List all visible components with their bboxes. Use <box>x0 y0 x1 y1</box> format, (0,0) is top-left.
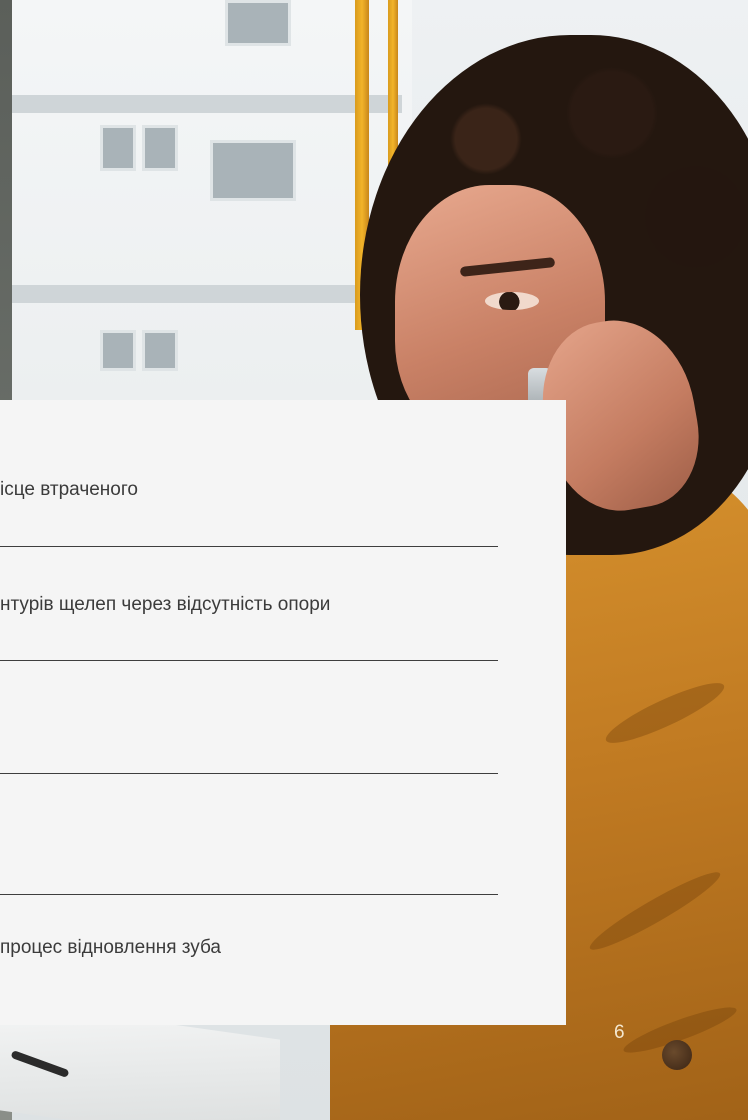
building-window <box>142 330 178 371</box>
list-item-text: нтурів щелеп через відсутність опори <box>0 594 331 615</box>
building-window <box>142 125 178 171</box>
list-divider <box>0 660 498 661</box>
list-divider <box>0 773 498 774</box>
page-number: 6 <box>614 1022 625 1043</box>
list-item: ісце втраченого <box>0 478 498 502</box>
content-card: ісце втраченого нтурів щелеп через відсу… <box>0 400 566 1025</box>
building-window <box>210 140 296 201</box>
list-divider <box>0 546 498 547</box>
yellow-pole <box>388 0 398 170</box>
eye <box>485 292 539 310</box>
building-window <box>225 0 291 46</box>
building-window <box>100 125 136 171</box>
list-item-text: ісце втраченого <box>0 479 138 500</box>
sweater-button <box>662 1040 692 1070</box>
list-divider <box>0 894 498 895</box>
list-item-text: процес відновлення зуба <box>0 937 221 958</box>
building-floor-band <box>12 95 402 113</box>
list-item: процес відновлення зуба <box>0 936 498 960</box>
building-window <box>100 330 136 371</box>
list-item: нтурів щелеп через відсутність опори <box>0 593 498 617</box>
building-floor-band <box>12 285 402 303</box>
